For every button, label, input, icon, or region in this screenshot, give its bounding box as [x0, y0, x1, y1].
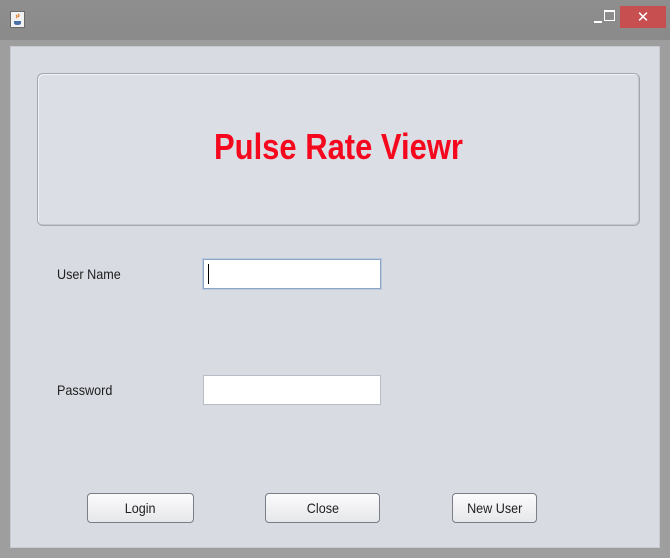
- password-label: Password: [57, 382, 113, 398]
- username-label: User Name: [57, 266, 121, 282]
- close-button-label: Close: [306, 500, 339, 516]
- new-user-button[interactable]: New User: [452, 493, 537, 523]
- java-cup-icon: [10, 11, 25, 28]
- password-input[interactable]: [203, 375, 381, 405]
- login-button-label: Login: [125, 500, 156, 516]
- text-caret: [208, 264, 209, 284]
- app-title: Pulse Rate Viewr: [214, 126, 463, 167]
- login-button[interactable]: Login: [87, 493, 194, 523]
- title-bar[interactable]: ✕: [0, 0, 670, 40]
- new-user-button-label: New User: [466, 500, 523, 516]
- close-window-button[interactable]: ✕: [620, 6, 666, 28]
- close-icon: ✕: [636, 8, 650, 26]
- maximize-icon: [603, 9, 615, 21]
- close-button[interactable]: Close: [265, 493, 380, 523]
- username-input[interactable]: [203, 259, 381, 289]
- app-window: ✕ Pulse Rate Viewr User Name Password Lo…: [0, 0, 670, 558]
